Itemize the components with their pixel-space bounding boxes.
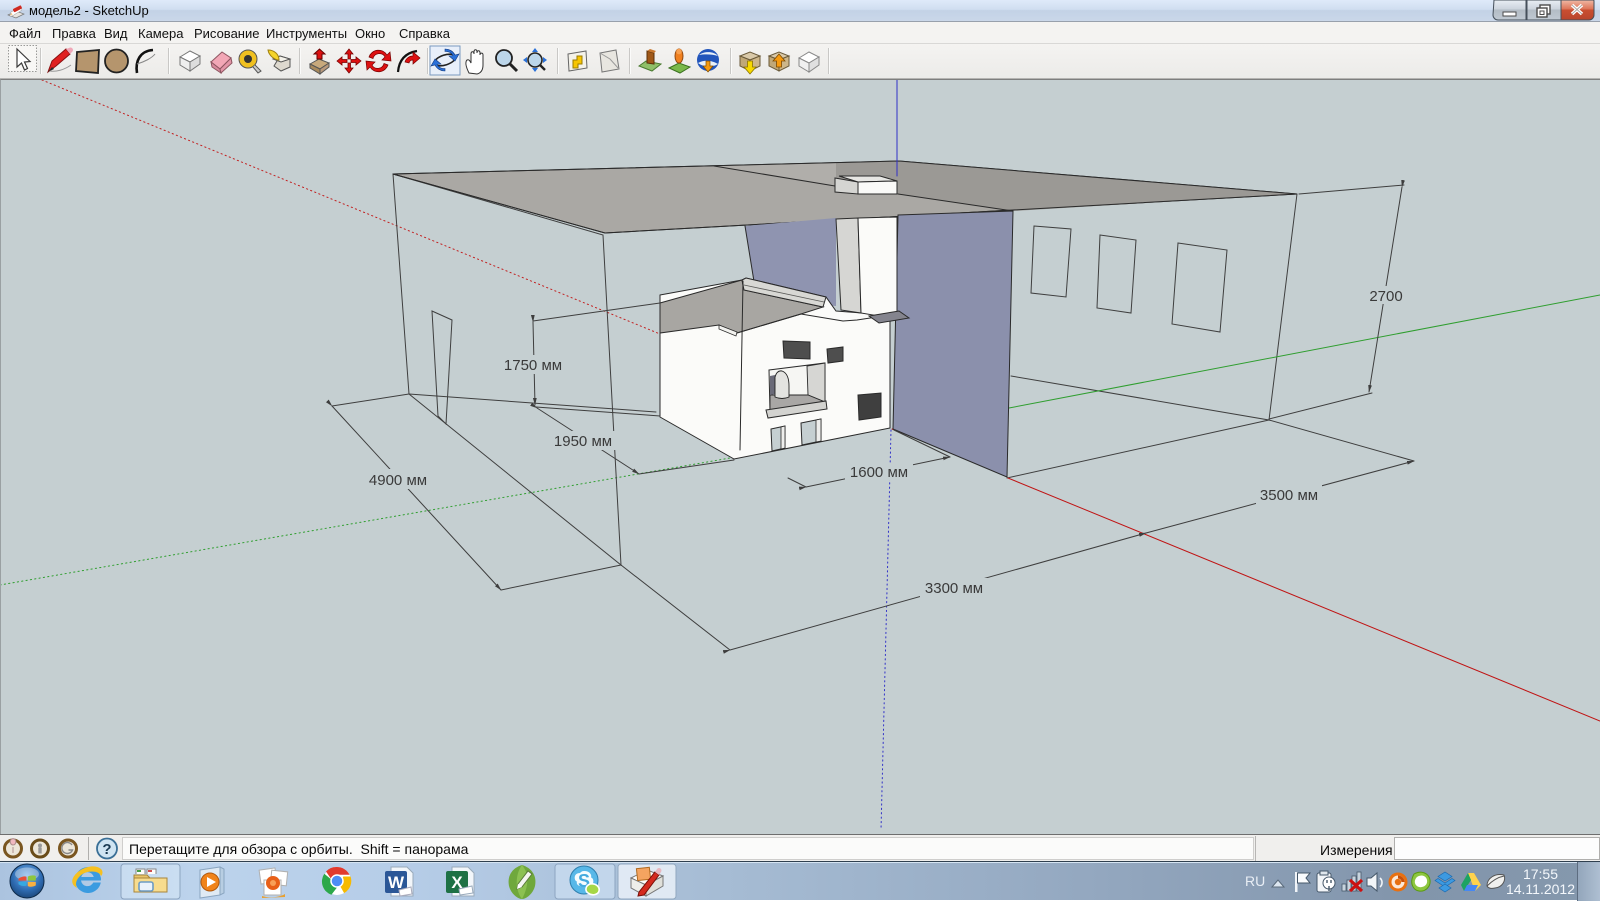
svg-text:1750 мм: 1750 мм bbox=[504, 357, 562, 374]
svg-text:3500 мм: 3500 мм bbox=[1260, 487, 1318, 504]
svg-text:RU: RU bbox=[1245, 873, 1265, 889]
svg-text:4900 мм: 4900 мм bbox=[369, 472, 427, 489]
svg-text:?: ? bbox=[102, 841, 111, 858]
svg-text:2700: 2700 bbox=[1369, 288, 1402, 305]
svg-text:1950 мм: 1950 мм bbox=[554, 433, 612, 450]
svg-text:1600 мм: 1600 мм bbox=[850, 464, 908, 481]
svg-text:3300 мм: 3300 мм bbox=[925, 580, 983, 597]
